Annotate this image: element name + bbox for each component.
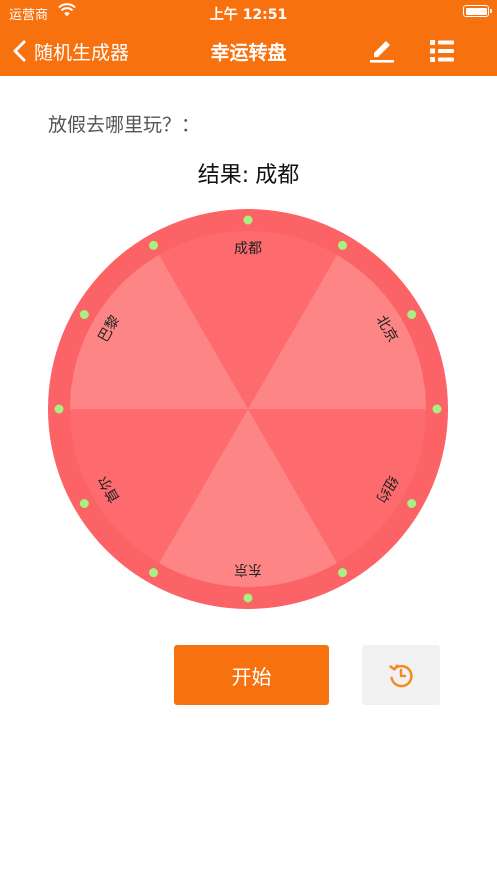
wheel-light-dot xyxy=(54,404,64,414)
back-label: 随机生成器 xyxy=(34,41,130,64)
app-header: 运营商 上午 12:51 随机生成器 幸运转盘 xyxy=(0,0,497,76)
wheel-light-dot xyxy=(243,593,253,603)
wheel-light-dot xyxy=(243,215,253,225)
start-button-label: 开始 xyxy=(231,664,272,689)
list-icon[interactable] xyxy=(427,36,457,66)
wheel-light-dot xyxy=(149,568,158,578)
nav-bar: 随机生成器 幸运转盘 xyxy=(0,26,497,76)
wheel-light-dot xyxy=(338,240,347,250)
history-icon xyxy=(389,664,413,688)
wheel-segment-label: 东京 xyxy=(234,561,262,577)
history-button[interactable] xyxy=(362,645,440,705)
lucky-wheel[interactable]: 成都北京纽约东京首尔巴黎 xyxy=(48,209,448,609)
result-value: 成都 xyxy=(255,163,300,188)
wheel-segment-label: 成都 xyxy=(234,241,262,257)
status-time: 上午 12:51 xyxy=(209,7,288,23)
back-button[interactable]: 随机生成器 xyxy=(12,26,129,76)
wheel-light-dot xyxy=(338,568,347,578)
chevron-left-icon xyxy=(13,40,26,62)
status-bar: 运营商 上午 12:51 xyxy=(0,0,497,26)
result-label: 结果: xyxy=(197,163,250,188)
wheel-light-dot xyxy=(149,240,158,250)
result-line: 结果: 成都 xyxy=(0,157,497,189)
wheel-light-dot xyxy=(407,310,417,319)
edit-icon[interactable] xyxy=(367,36,397,66)
battery-icon xyxy=(463,5,492,17)
wheel-light-dot xyxy=(407,499,417,508)
question-text: 放假去哪里玩？： xyxy=(48,114,201,136)
start-button[interactable]: 开始 xyxy=(174,645,329,705)
wheel-light-dot xyxy=(79,499,89,508)
wheel-light-dot xyxy=(79,310,89,319)
wheel-light-dot xyxy=(432,404,442,414)
